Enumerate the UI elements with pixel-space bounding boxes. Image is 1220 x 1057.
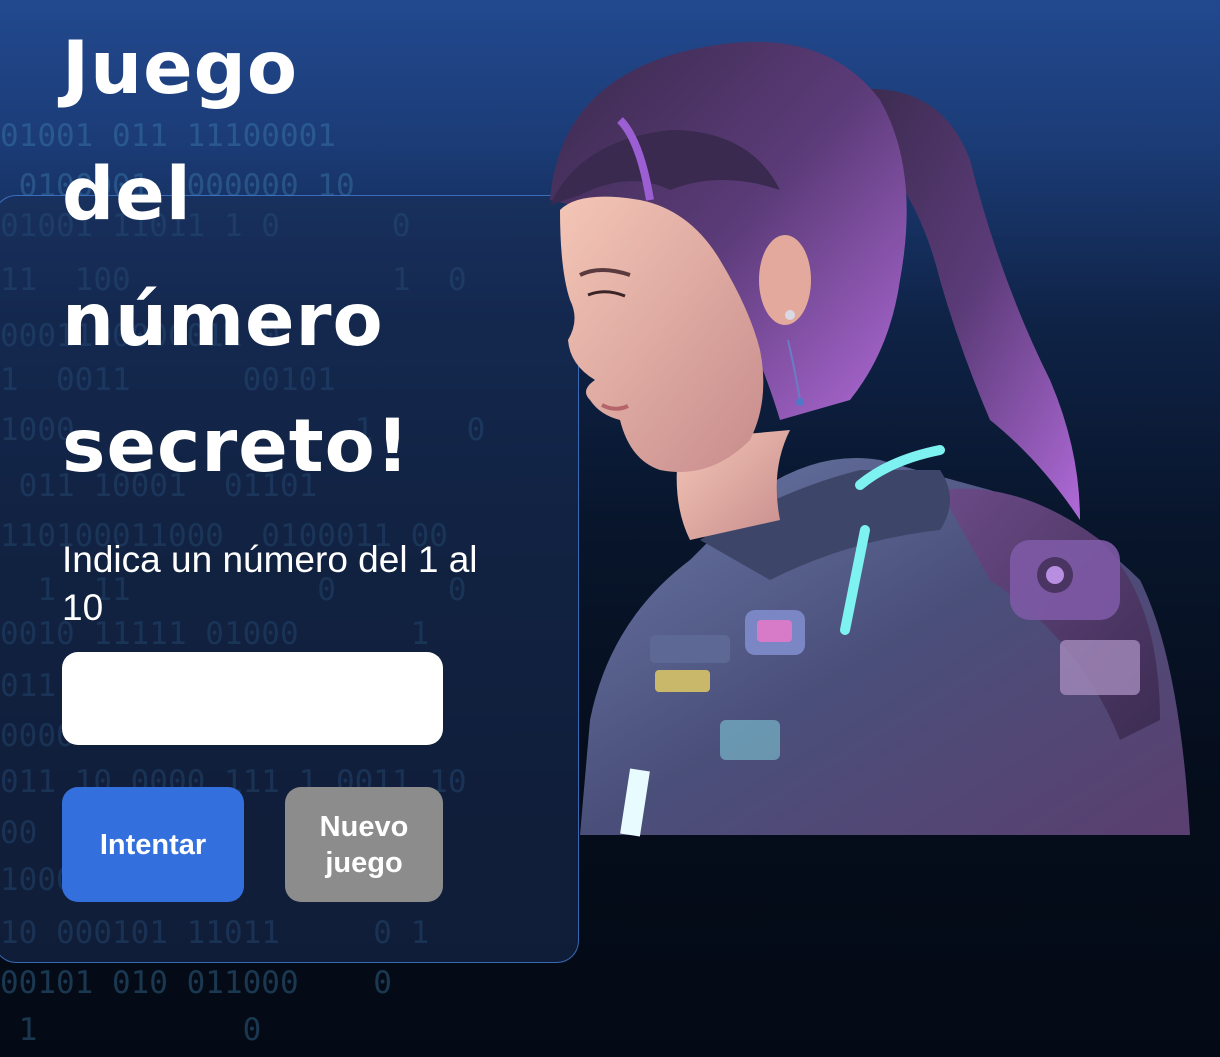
astronaut-woman-illustration — [550, 41, 1190, 837]
number-input[interactable] — [62, 652, 443, 745]
number-prompt: Indica un número del 1 al 10 — [62, 539, 478, 628]
new-game-button[interactable]: Nuevo juego — [285, 787, 443, 902]
title-line: Juego — [62, 26, 299, 111]
try-button[interactable]: Intentar — [62, 787, 244, 902]
binary-line: 1 0 — [0, 1012, 262, 1048]
page-title: Juego del número secreto! — [62, 6, 482, 510]
title-line: secreto! — [62, 404, 411, 489]
title-line: número — [62, 278, 384, 363]
binary-line: 00101 010 011000 0 — [0, 965, 392, 1001]
title-line: del — [62, 152, 192, 237]
